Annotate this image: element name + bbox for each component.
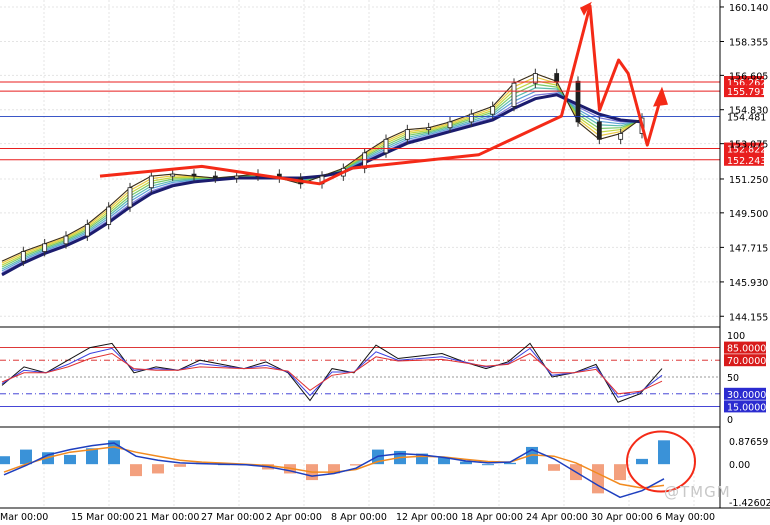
candle-body xyxy=(468,113,474,123)
price-line xyxy=(1,72,643,262)
macd-histogram-bar xyxy=(0,456,10,465)
price-tick-label: 154.830 xyxy=(729,106,768,117)
candle-body xyxy=(554,73,560,82)
candle-body xyxy=(20,251,26,262)
ma-ribbon-line xyxy=(1,72,643,262)
candle-body xyxy=(212,175,218,179)
price-tick-label: 144.155 xyxy=(729,312,768,323)
macd-histogram-bar xyxy=(614,464,626,481)
oscillator-tick-label: 100 xyxy=(727,331,745,342)
time-tick-label: 8 Apr 00:00 xyxy=(331,512,387,523)
watermark-logo: @TMGM xyxy=(664,483,731,501)
time-tick-label: 27 Mar 00:00 xyxy=(201,512,264,523)
price-level-label: 155.791 xyxy=(727,87,766,98)
price-axis: 156.262155.791152.822152.243154.481160.1… xyxy=(720,3,770,509)
macd-pane xyxy=(0,430,696,499)
time-tick-label: 6 May 00:00 xyxy=(656,512,715,523)
candle-body xyxy=(575,80,581,123)
candle-body xyxy=(596,121,602,140)
oscillator-tick-label: 0 xyxy=(727,415,733,426)
time-tick-label: 18 Apr 00:00 xyxy=(461,512,523,523)
candle-body xyxy=(106,206,112,225)
candle-body xyxy=(383,138,389,154)
candle-body xyxy=(426,127,432,131)
price-level-label: 152.243 xyxy=(727,156,766,167)
time-tick-label: 2 Apr 00:00 xyxy=(266,512,322,523)
candle-body xyxy=(404,129,410,140)
candle-body xyxy=(447,121,453,129)
macd-tick-label: 0.00 xyxy=(729,460,750,471)
time-tick-label: 24 Apr 00:00 xyxy=(526,512,588,523)
macd-histogram-bar xyxy=(20,449,32,465)
price-tick-label: 160.140 xyxy=(729,3,768,14)
time-tick-label: 30 Apr 00:00 xyxy=(591,512,653,523)
oscillator-level-label: 15.0000 xyxy=(727,402,766,413)
macd-tick-label: -1.42602 xyxy=(729,498,770,509)
macd-histogram-bar xyxy=(482,464,494,466)
candle-body xyxy=(618,133,624,140)
time-tick-label: 15 Mar 00:00 xyxy=(71,512,134,523)
candle-body xyxy=(490,106,496,115)
candle-body xyxy=(63,235,69,245)
macd-histogram-bar xyxy=(152,464,164,474)
candle-body xyxy=(84,224,90,237)
candle-body xyxy=(127,187,133,208)
oscillator-level-label: 30.0000 xyxy=(727,390,766,401)
oscillator-pane xyxy=(0,342,720,407)
macd-histogram-bar xyxy=(130,464,142,477)
arrow-head xyxy=(653,86,668,107)
price-tick-label: 145.930 xyxy=(729,278,768,289)
oscillator-level-label: 70.0000 xyxy=(727,356,766,367)
price-tick-label: 151.250 xyxy=(729,175,768,186)
macd-histogram-bar xyxy=(64,454,76,465)
time-tick-label: Mar 00:00 xyxy=(0,512,48,523)
macd-histogram-bar xyxy=(504,462,516,465)
macd-histogram-bar xyxy=(636,458,648,465)
time-tick-label: 12 Apr 00:00 xyxy=(396,512,458,523)
price-tick-label: 158.355 xyxy=(729,38,768,49)
trading-chart: 156.262155.791152.822152.243154.481160.1… xyxy=(0,0,770,523)
price-pane xyxy=(0,1,720,277)
ma-ribbon-line xyxy=(1,76,643,264)
macd-histogram-bar xyxy=(592,464,604,494)
candle-body xyxy=(42,243,48,252)
time-tick-label: 21 Mar 00:00 xyxy=(136,512,199,523)
candle-body xyxy=(170,173,176,177)
macd-tick-label: 0.87659 xyxy=(729,437,768,448)
candle-body xyxy=(234,175,240,179)
price-tick-label: 156.605 xyxy=(729,71,768,82)
macd-histogram-bar xyxy=(658,440,670,465)
oscillator-tick-label: 50 xyxy=(727,373,739,384)
oscillator-level-label: 85.0000 xyxy=(727,344,766,355)
price-tick-label: 149.500 xyxy=(729,209,768,220)
time-axis: Mar 00:00 15 Mar 00:00 21 Mar 00:00 27 Mar … xyxy=(0,512,715,523)
candle-body xyxy=(148,175,154,189)
candle-body xyxy=(191,173,197,177)
price-tick-label: 153.075 xyxy=(729,140,768,151)
macd-histogram-bar xyxy=(174,464,186,467)
candle-body xyxy=(511,82,517,107)
macd-histogram-bar xyxy=(548,464,560,471)
price-tick-label: 147.715 xyxy=(729,243,768,254)
